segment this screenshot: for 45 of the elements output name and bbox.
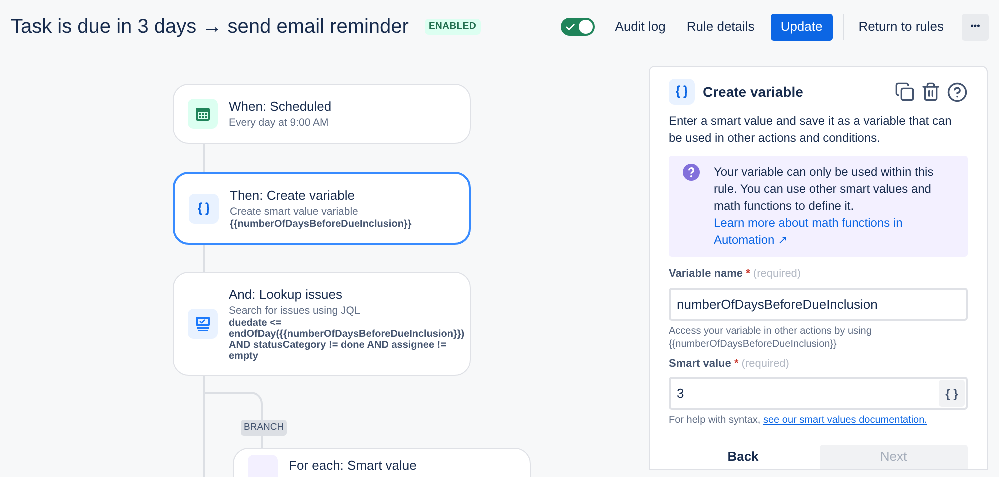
field-help: For help with syntax, see our smart values documentation. <box>669 414 928 427</box>
copy-icon[interactable] <box>895 82 915 102</box>
braces-icon <box>675 85 689 99</box>
rule-title: Task is due in 3 days → send email reminder <box>11 15 409 40</box>
rule-step-card[interactable]: When: Scheduled Every day at 9:00 AM <box>173 84 471 144</box>
panel-title: Create variable <box>703 82 804 102</box>
step-detail: {{numberOfDaysBeforeDueInclusion}} <box>230 219 412 230</box>
documentation-link[interactable]: see our smart values documentation. <box>763 415 928 426</box>
smart-value-input[interactable]: 3 <box>677 384 939 404</box>
more-button[interactable]: ••• <box>962 14 989 40</box>
status-badge: ENABLED <box>424 18 481 36</box>
header-button[interactable]: Return to rules <box>850 13 953 41</box>
panel-description: Enter a smart value and save it as a variable that can be used in other actions and conditions. <box>669 113 953 147</box>
field-label: Smart value * (required) <box>669 356 790 372</box>
header-button[interactable]: Rule details <box>678 13 764 41</box>
step-title: When: Scheduled <box>229 98 332 115</box>
rule-step-card[interactable]: For each: Smart value <box>233 448 531 477</box>
branch-label: BRANCH <box>241 420 288 436</box>
enable-toggle[interactable] <box>561 18 596 36</box>
trash-icon[interactable] <box>921 82 941 102</box>
smart-value-field[interactable]: 3 { } <box>669 377 968 410</box>
monitor-icon <box>195 316 211 332</box>
step-subtitle: Create smart value variable <box>230 206 360 219</box>
step-subtitle: Search for issues using JQL <box>229 305 362 318</box>
braces-icon <box>197 202 211 216</box>
field-help: Access your variable in other actions by using {{numberOfDaysBeforeDueInclusion}} <box>669 324 873 350</box>
update-button[interactable]: Update <box>770 14 833 40</box>
step-title: Then: Create variable <box>230 187 356 204</box>
step-subtitle: Every day at 9:00 AM <box>229 117 330 130</box>
step-detail: duedate <= endOfDay({{numberOfDaysBeforeDueInclusion}}) AND statusCategory != done AND assignee != empty <box>229 318 465 362</box>
calendar-icon <box>195 106 211 122</box>
insert-smart-value-button[interactable]: { } <box>939 380 965 407</box>
question-icon <box>683 164 700 181</box>
step-title: For each: Smart value <box>289 458 417 474</box>
rule-step-card[interactable]: And: Lookup issues Search for issues using JQL duedate <= endOfDay({{numberOfDaysBeforeDueInclusion}}) AND statusCategory != done AND assignee != empty <box>173 272 471 376</box>
header-button[interactable]: Audit log <box>606 13 675 41</box>
variable-name-input[interactable]: numberOfDaysBeforeDueInclusion <box>669 288 968 320</box>
learn-more-link[interactable]: Learn more about math functions in Automation ↗ <box>714 215 958 249</box>
check-icon <box>565 22 576 32</box>
nav-button[interactable]: Back <box>669 445 818 469</box>
rule-step-card[interactable]: Then: Create variable Create smart value variable {{numberOfDaysBeforeDueInclusion}} <box>173 172 471 245</box>
field-label: Variable name * (required) <box>669 267 802 282</box>
step-title: And: Lookup issues <box>229 286 344 303</box>
info-text: Your variable can only be used within this rule. You can use other smart values and math functions to define it. Learn more about math functions in Automation ↗ <box>714 164 958 249</box>
help-icon[interactable] <box>947 82 968 102</box>
